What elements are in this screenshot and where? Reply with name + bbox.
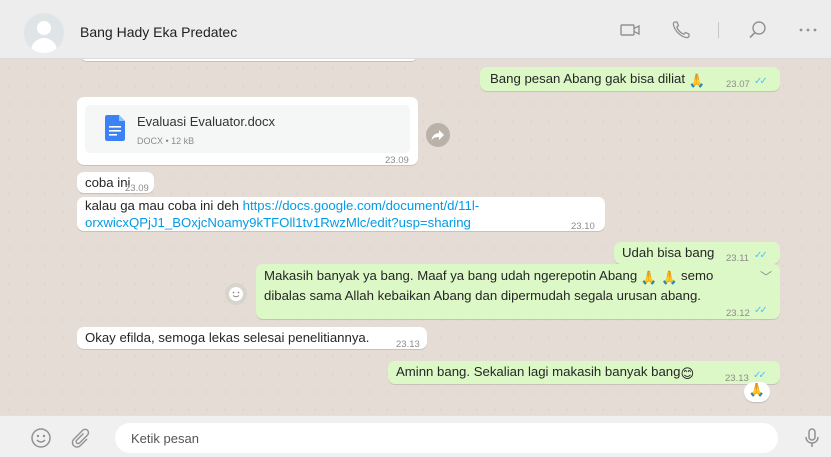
message-text-line-2: dibalas sama Allah kebaikan Abang dan di… [264, 288, 701, 303]
forward-button[interactable] [426, 123, 450, 147]
header-separator [718, 22, 719, 38]
contact-avatar[interactable] [24, 13, 64, 53]
document-meta: DOCX • 12 kB [137, 136, 195, 146]
message-bubble-out[interactable]: Udah bisa bang 23.11 ✓✓ [614, 242, 780, 264]
message-text: Okay efilda, semoga lekas selesai peneli… [85, 330, 370, 345]
message-bubble-in[interactable]: kalau ga mau coba ini deh https://docs.g… [77, 197, 605, 232]
emoji-reaction-button[interactable] [225, 283, 247, 305]
message-bubble-in[interactable]: coba ini 23.09 [77, 172, 154, 194]
message-text-line-1: Makasih banyak ya bang. Maaf ya bang uda… [264, 268, 638, 283]
message-bubble-document[interactable]: Evaluasi Evaluator.docx DOCX • 12 kB 23.… [77, 97, 418, 166]
emoji-pray: 🙏 🙏 [640, 270, 678, 285]
message-text: kalau ga mau coba ini deh [85, 198, 243, 213]
message-time: 23.10 [571, 221, 595, 232]
message-time: 23.13 [396, 339, 420, 350]
menu-icon[interactable] [796, 18, 820, 42]
smiley-icon [229, 287, 243, 301]
message-bubble-in[interactable]: Okay efilda, semoga lekas selesai peneli… [77, 327, 427, 350]
microphone-icon[interactable] [800, 426, 824, 450]
link-line-1[interactable]: https://docs.google.com/document/d/11l- [243, 198, 480, 213]
message-time: 23.12 [726, 308, 750, 319]
message-bubble-out[interactable]: Makasih banyak ya bang. Maaf ya bang uda… [256, 264, 780, 319]
voice-call-icon[interactable] [669, 18, 693, 42]
message-bubble-out[interactable]: Aminn bang. Sekalian lagi makasih banyak… [388, 361, 780, 384]
chevron-down-icon[interactable]: ﹀ [760, 268, 772, 286]
message-time: 23.09 [385, 155, 409, 166]
chat-area[interactable]: Bang pesan Abang gak bisa diliat 🙏 23.07… [0, 59, 831, 415]
message-text: coba ini [85, 175, 131, 190]
message-time: 23.09 [125, 183, 149, 194]
message-text: Bang pesan Abang gak bisa diliat [490, 71, 686, 86]
emoji-pray: 🙏 [688, 73, 706, 88]
emoji-smile: 😊 [680, 366, 695, 381]
message-bubble-partial [80, 59, 418, 61]
message-bubble-out[interactable]: Bang pesan Abang gak bisa diliat 🙏 23.07… [480, 67, 780, 91]
message-reaction[interactable]: 🙏 [744, 382, 770, 402]
chat-header: Bang Hady Eka Predatec [0, 0, 831, 59]
document-name: Evaluasi Evaluator.docx [137, 114, 276, 129]
attach-icon[interactable] [70, 426, 94, 450]
composer-bar [0, 415, 831, 457]
search-icon[interactable] [746, 18, 770, 42]
link-line-2[interactable]: orxwicxQPjJ1_BOxjcNoamy9kTFOll1tv1RwzMlc… [85, 215, 471, 230]
emoji-icon[interactable] [29, 426, 53, 450]
video-call-icon[interactable] [618, 18, 642, 42]
document-card[interactable]: Evaluasi Evaluator.docx DOCX • 12 kB [85, 105, 410, 153]
read-ticks-icon: ✓✓ [754, 250, 768, 261]
contact-name[interactable]: Bang Hady Eka Predatec [80, 24, 237, 40]
read-ticks-icon: ✓✓ [754, 305, 768, 316]
message-time: 23.07 [726, 79, 750, 90]
forward-icon [431, 130, 444, 141]
message-text: Udah bisa bang [622, 245, 715, 260]
document-icon [105, 115, 125, 141]
message-text-line-1-end: semo [681, 268, 714, 283]
message-input[interactable] [115, 423, 778, 453]
message-text: Aminn bang. Sekalian lagi makasih banyak… [396, 364, 681, 379]
read-ticks-icon: ✓✓ [754, 76, 768, 87]
